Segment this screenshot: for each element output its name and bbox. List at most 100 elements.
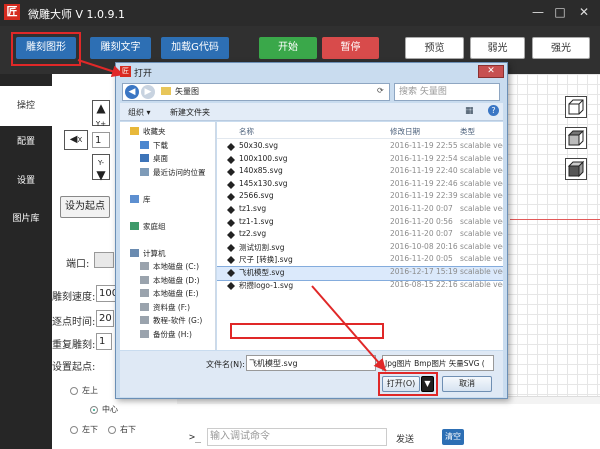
file-row[interactable]: 测试切割.svg 2016-10-08 20:16scalable vector — [217, 242, 503, 255]
load-gcode-button[interactable]: 加载G代码 — [161, 37, 229, 59]
address-bar[interactable]: ◀ ▶ 矢量图 ⟳ — [122, 83, 390, 101]
file-row[interactable]: 飞机模型.svg 2016-12-17 15:19scalable vector — [217, 266, 503, 281]
file-date: 2016-08-15 22:16 — [390, 279, 458, 289]
dialog-close-icon[interactable]: ✕ — [478, 65, 504, 78]
tree-item[interactable]: 库 — [130, 194, 151, 207]
nav-item-control[interactable]: 操控 — [0, 86, 52, 126]
port-select[interactable] — [94, 252, 114, 268]
view-top-icon[interactable] — [565, 127, 587, 149]
search-input[interactable]: 搜索 矢量图 — [394, 83, 500, 101]
nav-item-image-library[interactable]: 图片库 — [0, 199, 52, 239]
svg-file-icon — [227, 168, 235, 177]
tree-item[interactable]: 桌面 — [140, 153, 168, 166]
start-button[interactable]: 开始 — [259, 37, 317, 59]
file-name: 飞机模型.svg — [239, 268, 285, 277]
tree-item[interactable]: 下载 — [140, 140, 168, 153]
file-type: scalable vector — [460, 141, 503, 150]
file-name: 尺子 [转换].svg — [239, 255, 293, 265]
radio-bottom-right[interactable] — [108, 426, 116, 434]
move-y-minus-button[interactable]: Y- ▼ — [92, 154, 110, 181]
new-folder-button[interactable]: 新建文件夹 — [170, 107, 210, 118]
svg-file-icon — [227, 269, 235, 277]
drive-icon — [140, 316, 149, 324]
breadcrumb[interactable]: 矢量图 — [175, 86, 199, 97]
tree-item[interactable]: 收藏夹 — [130, 126, 166, 139]
dwell-label: 逐点时间: — [52, 317, 96, 328]
console-input[interactable]: 输入调试命令 — [207, 428, 387, 446]
view-front-icon[interactable] — [565, 96, 587, 118]
tree-item-label: 收藏夹 — [143, 127, 166, 136]
tree-item[interactable]: 教程-软件 (G:) — [140, 315, 202, 328]
file-row[interactable]: 140x85.svg 2016-11-19 22:40scalable vecto… — [217, 166, 503, 179]
tree-item[interactable]: 本地磁盘 (D:) — [140, 275, 200, 288]
dwell-input[interactable]: 20 — [96, 310, 114, 327]
open-button[interactable]: 打开(O) — [382, 376, 420, 392]
debug-console: >_ 输入调试命令 发送 清空 — [177, 396, 600, 449]
back-icon[interactable]: ◀ — [125, 85, 139, 99]
radio-bottom-left[interactable] — [70, 426, 78, 434]
svg-file-icon — [227, 206, 235, 214]
recent-icon — [140, 167, 149, 176]
filename-input[interactable]: 飞机模型.svg — [246, 355, 376, 371]
radio-top-left-label: 左上 — [82, 386, 98, 395]
strong-light-button[interactable]: 强光 — [532, 37, 590, 59]
nav-item-config[interactable]: 配置 — [0, 122, 52, 162]
file-date: 2016-11-20 0:56 — [390, 216, 453, 226]
tree-item[interactable]: 本地磁盘 (E:) — [140, 288, 199, 301]
forward-icon[interactable]: ▶ — [141, 85, 155, 99]
console-clear-button[interactable]: 清空 — [442, 429, 464, 445]
file-row[interactable]: 100x100.svg 2016-11-19 22:54scalable vect… — [217, 154, 503, 167]
tree-item[interactable]: 最近访问的位置 — [140, 167, 206, 180]
file-row[interactable]: 2566.svg 2016-11-19 22:39scalable vector — [217, 191, 503, 204]
tree-item[interactable]: 家庭组 — [130, 221, 166, 234]
file-row[interactable]: tz2.svg 2016-11-20 0:07 scalable vector — [217, 229, 503, 242]
file-row[interactable]: tz1-1.svg 2016-11-20 0:56 scalable vector — [217, 217, 503, 230]
engrave-text-button[interactable]: 雕刻文字 — [90, 37, 151, 59]
refresh-icon[interactable]: ⟳ — [377, 86, 384, 95]
view-3d-icon[interactable] — [565, 158, 587, 180]
move-x-minus-button[interactable]: ◀X — [64, 130, 88, 150]
radio-top-left[interactable] — [70, 387, 78, 395]
tree-item[interactable]: 本地磁盘 (C:) — [140, 261, 199, 274]
file-row[interactable]: 积攒logo-1.svg 2016-08-15 22:16scalable vec… — [217, 280, 503, 293]
file-row[interactable]: tz1.svg 2016-11-20 0:07 scalable vector — [217, 204, 503, 217]
tree-item-label: 备份盘 (H:) — [153, 329, 192, 339]
close-button[interactable]: ✕ — [576, 4, 592, 20]
minimize-button[interactable]: — — [530, 4, 546, 20]
help-icon[interactable]: ? — [488, 105, 499, 116]
file-row[interactable]: 50x30.svg 2016-11-19 22:55scalable vector — [217, 141, 503, 154]
column-name[interactable]: 名称 — [239, 126, 254, 137]
tree-item[interactable]: 资料盘 (F:) — [140, 302, 190, 315]
engrave-shape-button[interactable]: 雕刻图形 — [16, 37, 76, 59]
file-type: scalable vector — [460, 216, 503, 226]
cancel-button[interactable]: 取消 — [442, 376, 492, 392]
open-dropdown-icon[interactable]: ▼ — [421, 376, 434, 392]
preview-button[interactable]: 预览 — [405, 37, 464, 59]
tree-item[interactable]: 计算机 — [130, 248, 166, 261]
weak-light-button[interactable]: 弱光 — [470, 37, 525, 59]
origin-axis-line — [510, 219, 600, 220]
repeat-input[interactable]: 1 — [96, 333, 112, 350]
file-type-select[interactable]: Jpg图片 Bmp图片 矢量SVG ( — [382, 355, 494, 371]
step-input[interactable]: 1 — [92, 132, 110, 148]
radio-center[interactable] — [90, 406, 98, 414]
file-row[interactable]: 145x130.svg 2016-11-19 22:46scalable vect… — [217, 179, 503, 192]
set-origin-button[interactable]: 设为起点 — [60, 196, 110, 218]
column-type[interactable]: 类型 — [460, 126, 475, 137]
selected-file-highlight — [230, 323, 384, 339]
maximize-button[interactable]: □ — [552, 4, 568, 20]
file-row[interactable]: 尺子 [转换].svg 2016-11-20 0:05 scalable vecto… — [217, 254, 503, 267]
app-logo: 匠 — [4, 4, 20, 20]
organize-button[interactable]: 组织 ▾ — [128, 107, 151, 118]
move-y-plus-button[interactable]: ▲ Y+ — [92, 100, 110, 128]
tree-item[interactable]: 备份盘 (H:) — [140, 329, 192, 342]
nav-item-settings[interactable]: 设置 — [0, 161, 52, 201]
file-date: 2016-11-19 22:55 — [390, 141, 458, 150]
view-options-icon[interactable]: ▦ — [465, 106, 474, 116]
column-date[interactable]: 修改日期 — [390, 126, 420, 137]
tree-item-label: 库 — [143, 194, 151, 204]
console-send-button[interactable]: 发送 — [396, 432, 414, 445]
pause-button[interactable]: 暂停 — [322, 37, 379, 59]
file-name: 50x30.svg — [239, 141, 279, 150]
file-date: 2016-11-19 22:54 — [390, 153, 458, 163]
